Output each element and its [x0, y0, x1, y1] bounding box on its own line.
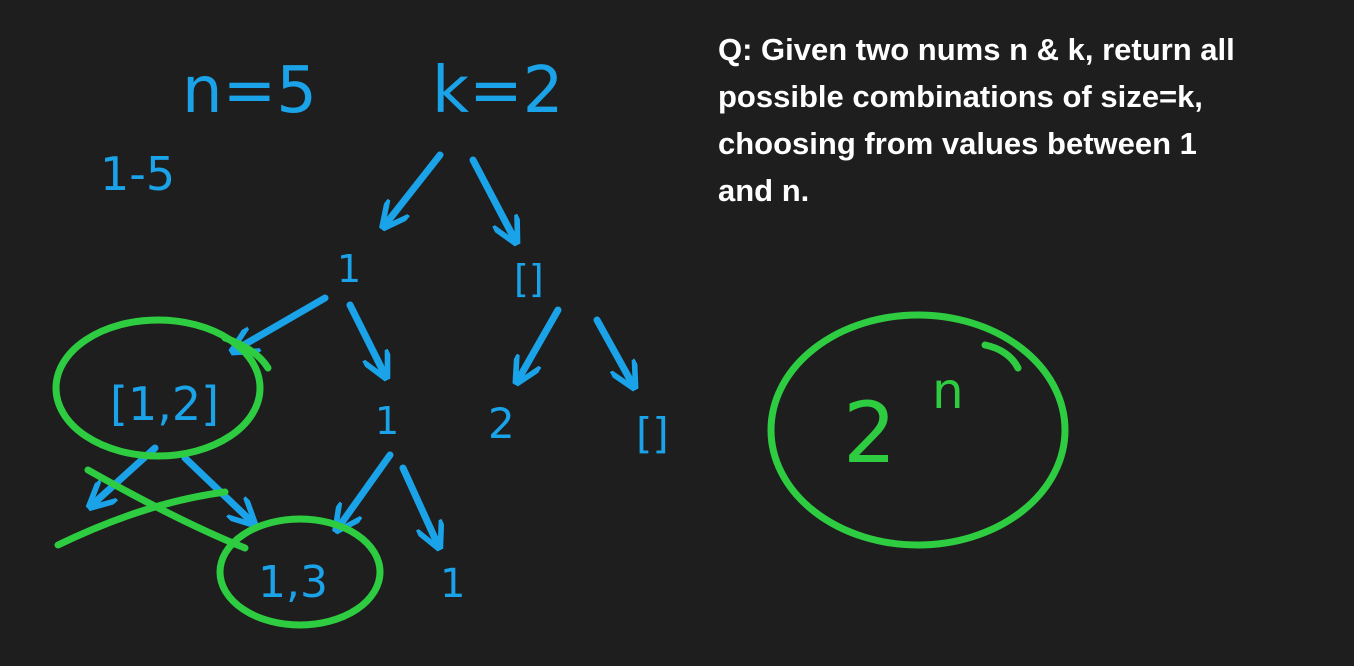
edge-root-to-1	[385, 151, 444, 225]
edge-1b-to-1-3	[338, 451, 394, 528]
complexity-base: 2	[843, 384, 896, 482]
edge-1-to-1b	[346, 301, 385, 375]
node-2: 2	[488, 399, 515, 448]
green-marks	[52, 311, 1069, 629]
edge-1b-to-1c	[399, 464, 438, 545]
edge-1-to-1-2	[235, 294, 329, 350]
cross-out-stroke-1	[84, 466, 249, 552]
question-line-2: possible combinations of size=k,	[718, 79, 1203, 114]
node-1-3: 1,3	[258, 557, 328, 608]
question-line-1: Q: Given two nums n & k, return all	[718, 32, 1235, 67]
n-equals: n=5	[182, 54, 317, 128]
complexity-exponent: n	[932, 362, 964, 420]
edge-empty-to-empty2	[593, 316, 633, 385]
circle-complexity-tail	[981, 341, 1022, 372]
node-empty: []	[514, 257, 544, 301]
edge-root-to-empty	[469, 156, 515, 240]
edge-empty-to-2	[518, 306, 562, 380]
question-line-3: choosing from values between 1	[718, 126, 1197, 161]
tree-edges	[92, 151, 633, 545]
whiteboard: n=5 k=2 1-5 1 [] [1,2] 1 2 [] 1,3 1 2 n …	[0, 0, 1354, 666]
node-1-2: [1,2]	[110, 377, 219, 431]
circle-complexity	[767, 311, 1069, 549]
question-line-4: and n.	[718, 173, 810, 208]
range-label: 1-5	[100, 147, 175, 201]
problem-statement: Q: Given two nums n & k, return all poss…	[718, 26, 1338, 214]
node-1c: 1	[440, 561, 465, 607]
k-equals: k=2	[432, 54, 563, 128]
node-1: 1	[337, 247, 361, 291]
node-1b: 1	[375, 399, 399, 443]
complexity-annotation: 2 n	[843, 362, 964, 482]
node-empty-2: []	[636, 409, 669, 458]
